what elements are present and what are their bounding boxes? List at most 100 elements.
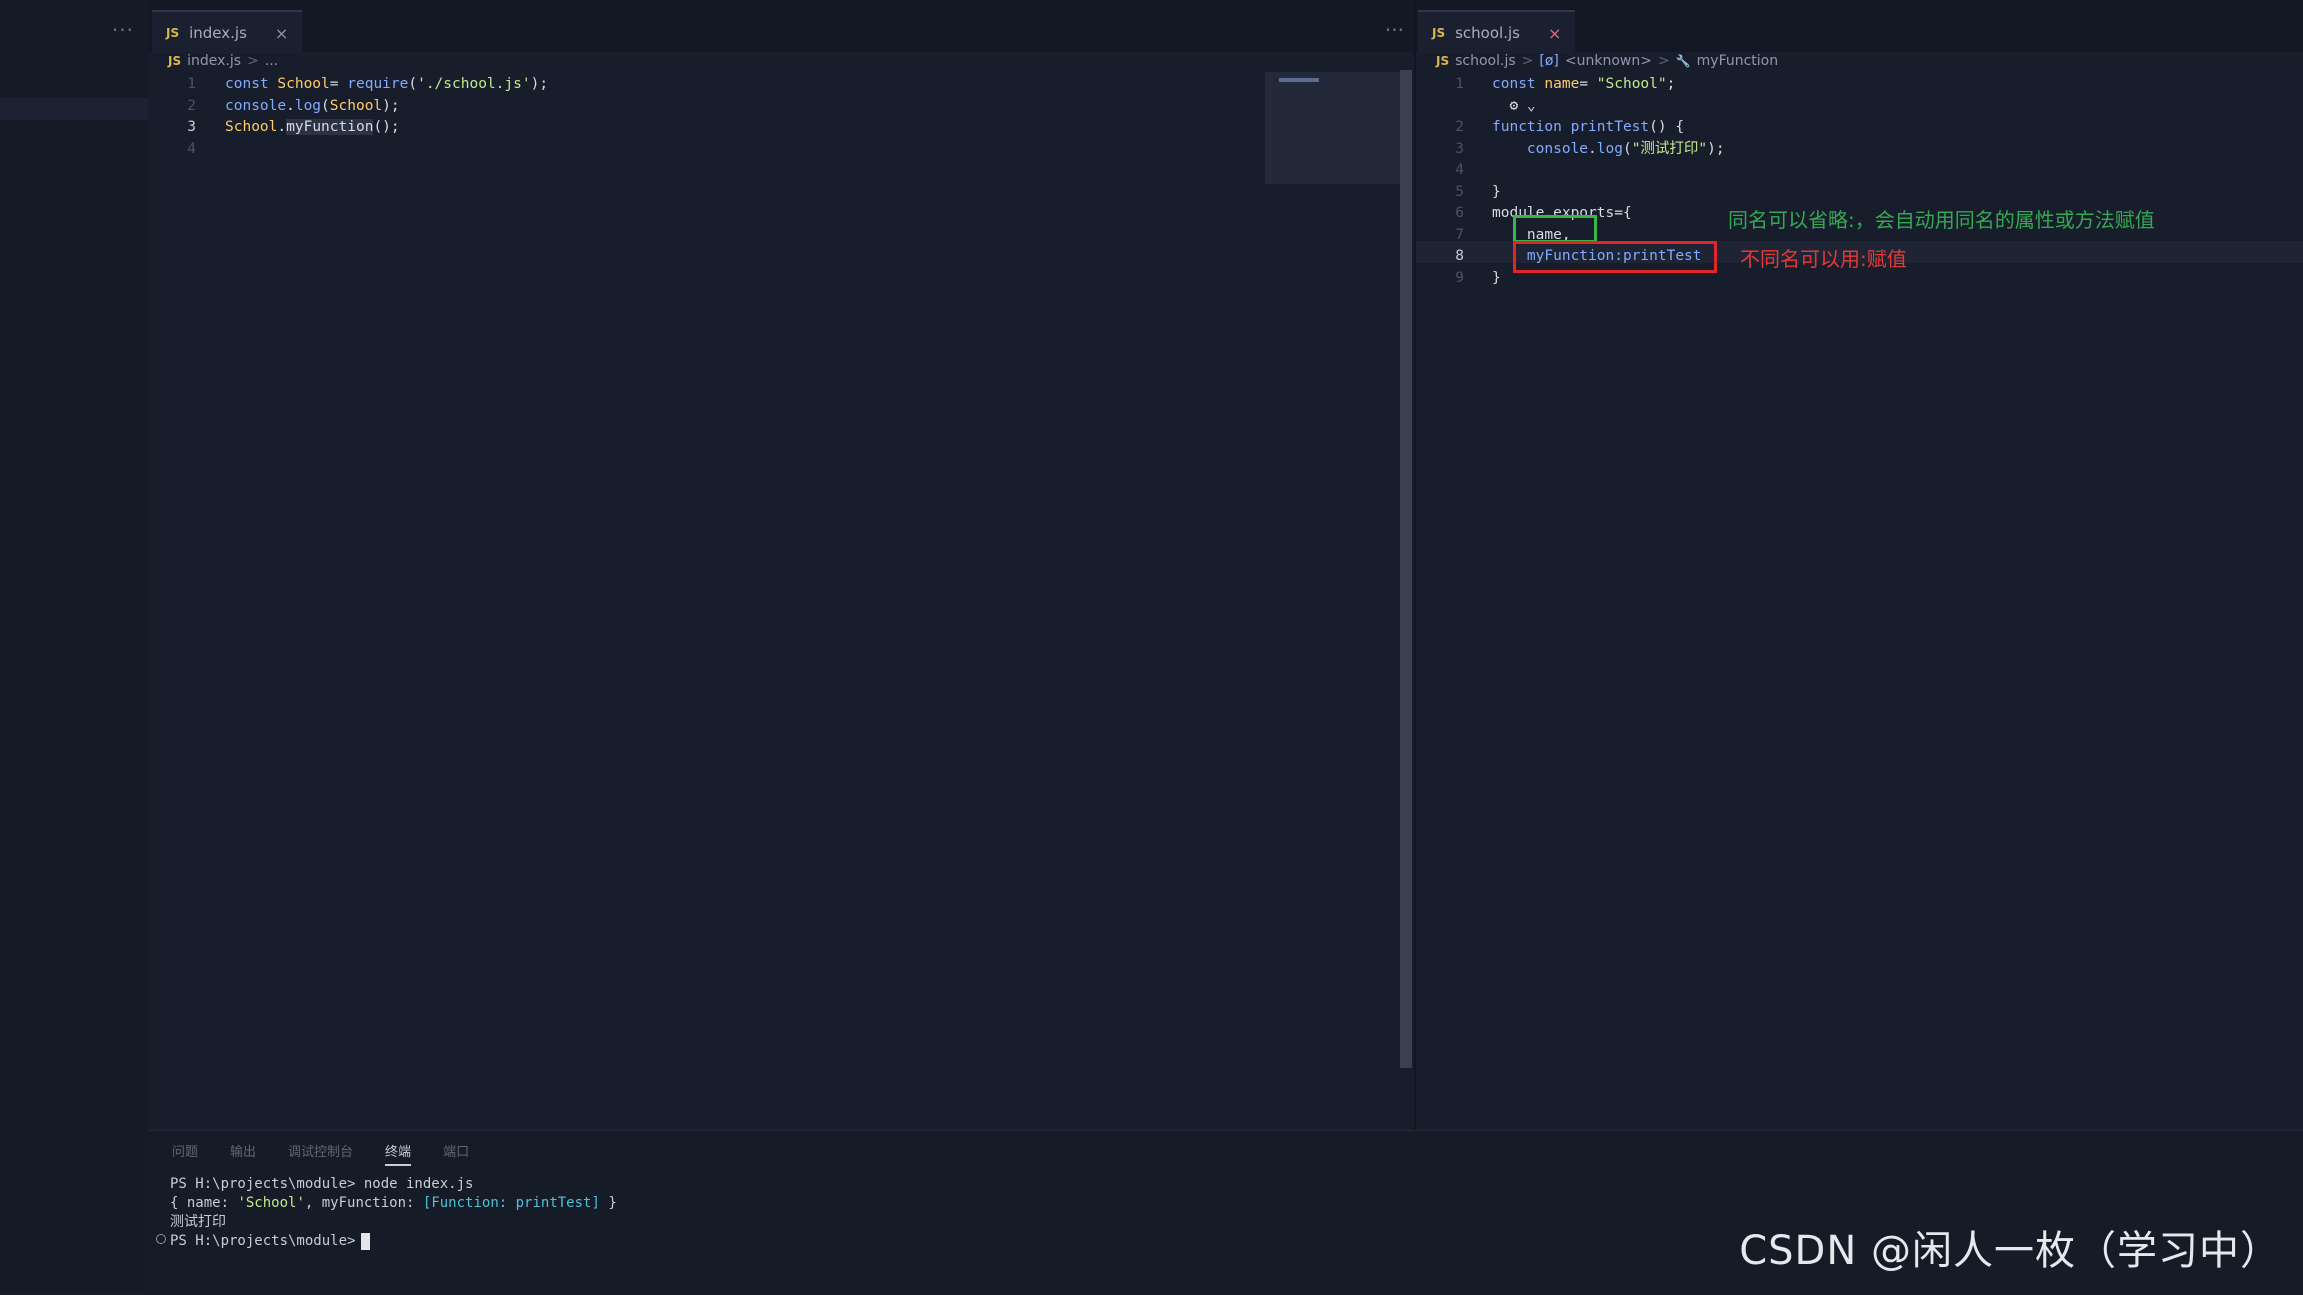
line-text: function printTest() {: [1492, 117, 1684, 139]
circle-icon: [156, 1234, 166, 1244]
annotation-green-text: 同名可以省略:，会自动用同名的属性或方法赋值: [1728, 208, 2155, 232]
panel-tabs: 问题 输出 调试控制台 终端 端口: [172, 1141, 469, 1166]
editor-group-right: JS school.js × JS school.js > [ø] <unkno…: [1414, 0, 2303, 1130]
code-line[interactable]: 2 function printTest() {: [1416, 117, 2303, 139]
code-token: printTest: [1570, 119, 1650, 135]
code-token: }: [1492, 183, 1501, 200]
code-line[interactable]: 4: [1416, 160, 2303, 182]
line-text: console.log("测试打印");: [1492, 139, 1725, 161]
js-file-icon: JS: [168, 54, 182, 68]
code-token: log: [294, 97, 322, 114]
code-line[interactable]: 5}: [1416, 182, 2303, 204]
terminal-line: 测试打印: [170, 1214, 226, 1230]
tab-index-js[interactable]: JS index.js ×: [152, 10, 303, 54]
terminal[interactable]: PS H:\projects\module> node index.js { n…: [156, 1175, 617, 1251]
code-token: ;: [1666, 76, 1676, 92]
code-token: School: [329, 97, 383, 114]
code-token: myFunction: [286, 119, 374, 135]
variable-symbol-icon: [ø]: [1539, 53, 1559, 69]
js-file-icon: JS: [1432, 26, 1446, 40]
annotation-green-box: [1513, 215, 1597, 243]
sidebar-more-icon[interactable]: ···: [112, 18, 134, 42]
code-line[interactable]: 4: [148, 139, 1414, 161]
panel-tab-3[interactable]: 终端: [385, 1141, 412, 1166]
wrench-icon: 🔧: [1675, 54, 1691, 68]
terminal-text: , myFunction:: [304, 1195, 423, 1211]
line-number: 5: [1455, 183, 1464, 200]
code-token: }: [1492, 269, 1501, 286]
panel-tab-2[interactable]: 调试控制台: [288, 1141, 353, 1166]
breadcrumb-file[interactable]: index.js: [187, 53, 241, 69]
terminal-text: }: [599, 1195, 617, 1211]
minimap-slider[interactable]: [1279, 78, 1319, 82]
tab-school-js[interactable]: JS school.js ×: [1418, 10, 1576, 54]
js-file-icon: JS: [1436, 54, 1450, 68]
breadcrumb-symbol-unknown[interactable]: <unknown>: [1565, 53, 1652, 69]
tab-label: school.js: [1455, 24, 1520, 42]
breadcrumb-rest[interactable]: ...: [265, 53, 278, 69]
breadcrumb-symbol-myfunction[interactable]: myFunction: [1697, 53, 1778, 69]
code-token: .: [277, 119, 287, 135]
code-line[interactable]: 3 School.myFunction();: [148, 117, 1414, 139]
code-token: .: [1588, 140, 1597, 157]
line-number: 3: [1455, 140, 1464, 157]
line-number: 3: [187, 119, 196, 135]
code-line[interactable]: 1 const name= "School";: [1416, 74, 2303, 96]
code-token: log: [1596, 140, 1623, 157]
terminal-cursor: [361, 1232, 371, 1250]
editor-more-icon[interactable]: ···: [1385, 18, 1404, 42]
code-token: "测试打印": [1631, 140, 1708, 157]
code-token: );: [1707, 140, 1725, 157]
close-icon[interactable]: ×: [1548, 24, 1561, 43]
terminal-line: PS H:\projects\module> node index.js: [170, 1176, 474, 1192]
code-token: School: [277, 76, 330, 92]
code-token: const: [1492, 76, 1545, 92]
sidebar-selected-row[interactable]: [0, 98, 148, 120]
line-text: const name= "School";: [1492, 74, 1675, 96]
right-tab-bar: JS school.js ×: [1416, 0, 2303, 54]
annotation-red-box: [1513, 241, 1717, 273]
line-text: const School= require('./school.js');: [225, 74, 548, 96]
line-number: 7: [1455, 226, 1464, 243]
minimap[interactable]: [1265, 72, 1407, 184]
editor-group-left: JS index.js × ··· JS index.js > ... 1 con…: [148, 0, 1414, 1130]
panel-tab-0[interactable]: 问题: [172, 1141, 198, 1166]
line-number: 4: [1455, 162, 1464, 178]
js-file-icon: JS: [166, 26, 180, 40]
line-number: 9: [1455, 269, 1464, 286]
breadcrumb-separator: >: [1657, 53, 1670, 69]
code-line[interactable]: 1 const School= require('./school.js');: [148, 74, 1414, 96]
code-token: const: [225, 76, 278, 92]
code-token: name: [1544, 76, 1580, 92]
code-token: () {: [1649, 119, 1685, 135]
code-token: function: [1492, 119, 1571, 135]
code-token: );: [382, 97, 400, 114]
annotation-red-text: 不同名可以用:赋值: [1740, 247, 1907, 271]
line-number: 1: [187, 76, 196, 92]
line-text: ⚙ ⌄: [1492, 96, 1536, 118]
line-number: 2: [1455, 119, 1464, 135]
code-line[interactable]: 2 console.log(School);: [148, 96, 1414, 118]
code-token: =: [329, 76, 348, 92]
panel-tab-1[interactable]: 输出: [230, 1141, 256, 1166]
line-number: 4: [187, 140, 196, 157]
vertical-scrollbar[interactable]: [1400, 70, 1412, 1068]
line-text: }: [1492, 268, 1501, 290]
code-token: ⚙ ⌄: [1492, 97, 1536, 114]
panel-tab-4[interactable]: 端口: [443, 1141, 469, 1166]
code-line[interactable]: 3 console.log("测试打印");: [1416, 139, 2303, 161]
code-line[interactable]: ⚙ ⌄: [1416, 96, 2303, 118]
breadcrumb-separator: >: [1521, 53, 1534, 69]
code-token: (: [408, 76, 418, 92]
terminal-line: { name: 'School', myFunction: [Function:…: [170, 1194, 617, 1213]
terminal-prompt: PS H:\projects\module>: [170, 1233, 356, 1249]
line-number: 6: [1455, 205, 1464, 221]
close-icon[interactable]: ×: [275, 24, 288, 43]
code-token: =: [1579, 76, 1597, 92]
code-token: );: [530, 76, 549, 92]
tab-label: index.js: [189, 24, 247, 42]
breadcrumb-file[interactable]: school.js: [1455, 53, 1516, 69]
code-editor-left[interactable]: 1 const School= require('./school.js'); 2 c…: [148, 74, 1414, 160]
explorer-sidebar: ···: [0, 0, 148, 1294]
